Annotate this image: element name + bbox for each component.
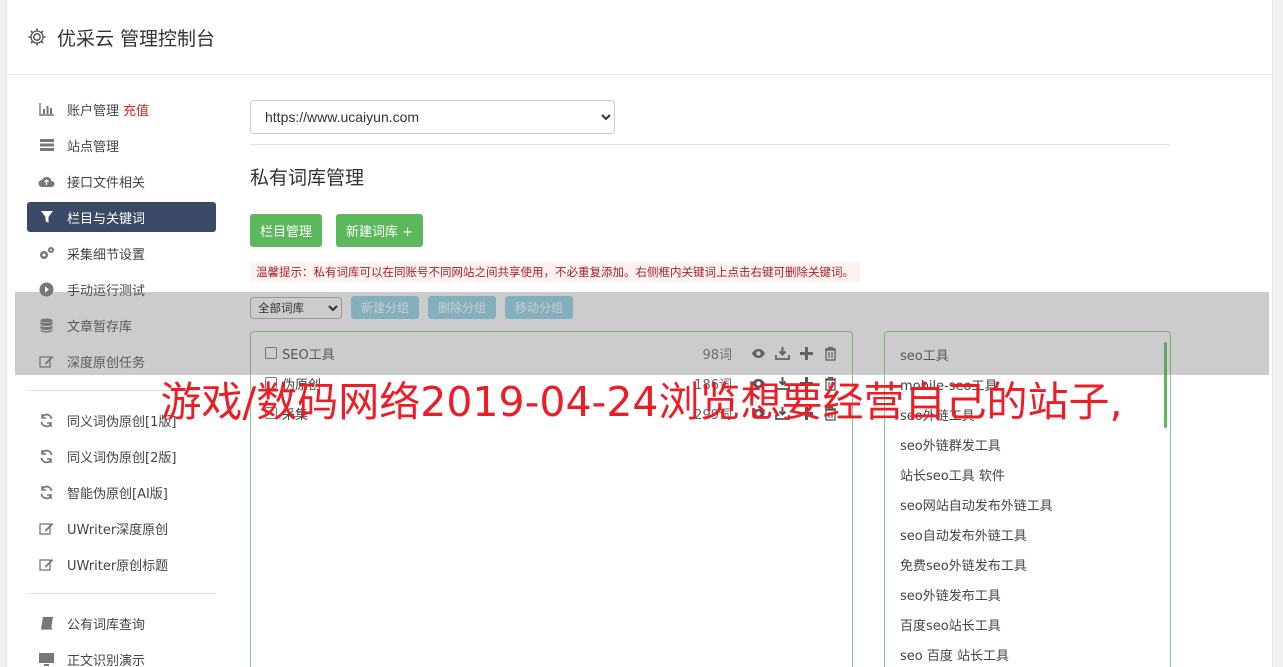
sidebar-item-label: 接口文件相关 (67, 175, 146, 191)
keyword-item[interactable]: seo自动发布外链工具 (885, 522, 1170, 552)
keyword-item[interactable]: seo网站自动发布外链工具 (885, 492, 1170, 522)
overlay-caption: 游戏/数码网络2019-04-24浏览想要经营自己的站子, (160, 378, 1123, 426)
edit-icon (38, 556, 55, 573)
refresh-icon (38, 484, 55, 501)
sidebar-item-uwriter-deep[interactable]: UWriter深度原创 (27, 513, 216, 543)
app-title: 优采云 管理控制台 (57, 27, 216, 50)
sidebar-item-label: 公有词库查询 (67, 617, 146, 633)
sidebar-item-ai-rewrite[interactable]: 智能伪原创[AI版] (27, 477, 216, 507)
recharge-link[interactable]: 充值 (123, 100, 149, 119)
refresh-icon (38, 448, 55, 465)
keyword-item[interactable]: seo外链发布工具 (885, 582, 1170, 612)
sidebar-item-uwriter-title[interactable]: UWriter原创标题 (27, 549, 216, 579)
sidebar-item-columns-keywords[interactable]: 栏目与关键词 (27, 202, 216, 232)
action-buttons: 栏目管理 新建词库 + (250, 214, 1170, 247)
overlay-band (15, 292, 1269, 375)
sidebar-item-label: 账户管理 (67, 103, 120, 119)
new-lexicon-button[interactable]: 新建词库 + (336, 214, 424, 247)
sidebar-item-label: 同义词伪原创[2版] (67, 450, 177, 466)
gear-icon (27, 27, 47, 47)
keyword-item[interactable]: 免费seo外链发布工具 (885, 552, 1170, 582)
filter-icon (38, 209, 55, 226)
sidebar-item-account[interactable]: 账户管理 充值 (27, 94, 216, 124)
sidebar-item-synonym-v2[interactable]: 同义词伪原创[2版] (27, 441, 216, 471)
sidebar-item-label: 栏目与关键词 (67, 211, 146, 227)
server-icon (38, 137, 55, 154)
sidebar-item-public-lexicon[interactable]: 公有词库查询 (27, 608, 216, 638)
cloud-upload-icon (38, 173, 55, 190)
gears-icon (38, 245, 55, 262)
top-bar: 优采云 管理控制台 (7, 0, 1272, 75)
sidebar-item-sites[interactable]: 站点管理 (27, 130, 216, 160)
keyword-item[interactable]: seo外链群发工具 (885, 432, 1170, 462)
site-select[interactable]: https://www.ucaiyun.com (250, 100, 615, 134)
hint-text: 温馨提示：私有词库可以在同账号不同网站之间共享使用，不必重复添加。右侧框内关键词… (250, 262, 860, 282)
sidebar-item-interface-files[interactable]: 接口文件相关 (27, 166, 216, 196)
divider (250, 144, 1170, 145)
sidebar-item-collect-settings[interactable]: 采集细节设置 (27, 238, 216, 268)
sidebar-item-label: 智能伪原创[AI版] (67, 486, 168, 502)
column-management-button[interactable]: 栏目管理 (250, 214, 323, 247)
keyword-item[interactable]: 站长seo工具 软件 (885, 462, 1170, 492)
edit-icon (38, 520, 55, 537)
keyword-item[interactable]: seo 百度 站长工具 (885, 642, 1170, 667)
page-title: 私有词库管理 (250, 167, 365, 189)
sidebar-item-label: 正文识别演示 (67, 653, 146, 667)
main-content: https://www.ucaiyun.com 私有词库管理 栏目管理 新建词库… (250, 100, 1171, 667)
monitor-icon (38, 651, 55, 667)
book-icon (38, 615, 55, 632)
sidebar-divider (27, 593, 216, 594)
sidebar-item-label: UWriter深度原创 (67, 522, 169, 538)
keyword-item[interactable]: 百度seo站长工具 (885, 612, 1170, 642)
sidebar-item-label: UWriter原创标题 (67, 558, 169, 574)
sidebar-item-label: 站点管理 (67, 139, 120, 155)
bar-chart-icon (38, 101, 55, 118)
sidebar-item-text-recognition[interactable]: 正文识别演示 (27, 644, 216, 667)
sidebar-item-label: 采集细节设置 (67, 247, 146, 263)
